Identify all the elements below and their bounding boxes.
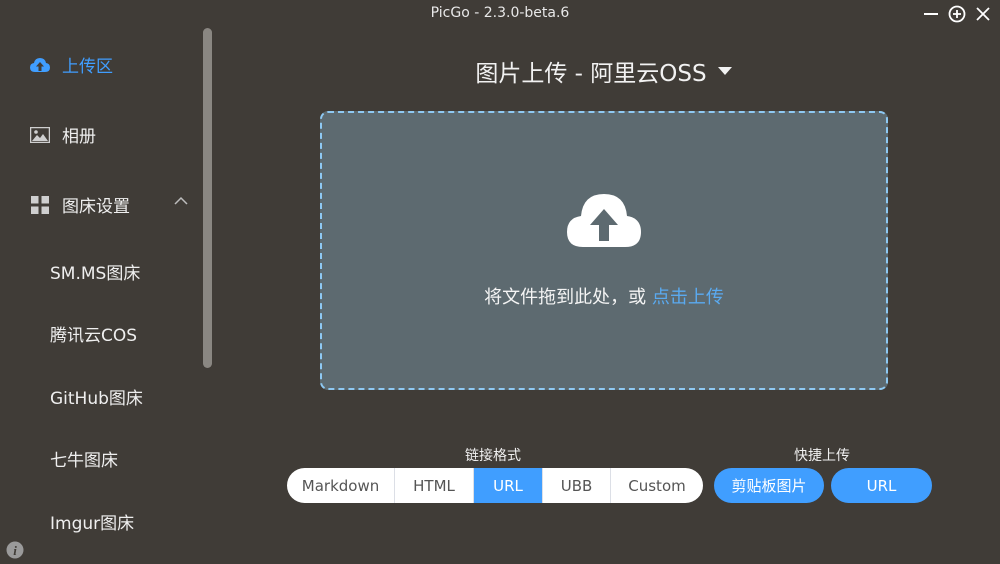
plus-circle-icon [948, 5, 966, 23]
upload-dropzone[interactable]: 将文件拖到此处，或 点击上传 [320, 111, 888, 390]
sidebar-item-tencent-cos[interactable]: 腾讯云COS [50, 321, 137, 346]
info-icon[interactable]: i [6, 541, 24, 559]
format-url-button[interactable]: URL [474, 468, 543, 503]
svg-text:i: i [13, 543, 17, 558]
click-upload-link[interactable]: 点击上传 [652, 287, 724, 308]
sidebar-item-label: 上传区 [62, 57, 113, 77]
title-bar: PicGo - 2.3.0-beta.6 [0, 0, 1000, 28]
sidebar-item-label: 图床设置 [62, 197, 130, 217]
window-title: PicGo - 2.3.0-beta.6 [430, 5, 570, 21]
sidebar-item-gallery[interactable]: 相册 [30, 122, 96, 147]
caret-down-icon [717, 67, 732, 75]
sidebar-item-smms[interactable]: SM.MS图床 [50, 259, 140, 284]
format-custom-button[interactable]: Custom [611, 468, 703, 503]
page-title: 图片上传 - 阿里云OSS [475, 61, 707, 87]
drop-hint: 将文件拖到此处，或 点击上传 [322, 283, 886, 309]
upload-cloud-icon [30, 57, 50, 72]
sidebar-item-picbed-settings[interactable]: 图床设置 [30, 192, 130, 217]
sidebar-item-label: 相册 [62, 127, 96, 147]
format-ubb-button[interactable]: UBB [543, 468, 611, 503]
sidebar: 上传区 相册 图床设置 SM.MS图床 腾讯云COS GitHub图床 七牛图床… [0, 28, 216, 564]
upload-cloud-icon [567, 194, 641, 247]
minimize-button[interactable] [920, 4, 942, 24]
sidebar-scrollbar[interactable] [203, 28, 212, 368]
grid-icon [31, 195, 49, 214]
link-format-selector: Markdown HTML URL UBB Custom [287, 468, 703, 503]
picture-icon [30, 126, 50, 143]
link-format-label: 链接格式 [465, 448, 521, 464]
close-icon [976, 7, 990, 21]
url-upload-button[interactable]: URL [831, 468, 932, 503]
window-controls [920, 4, 994, 24]
sidebar-item-qiniu[interactable]: 七牛图床 [50, 446, 118, 471]
maximize-button[interactable] [946, 4, 968, 24]
sidebar-item-upload[interactable]: 上传区 [30, 52, 113, 77]
picbed-selector[interactable]: 图片上传 - 阿里云OSS [320, 54, 888, 88]
sidebar-item-github[interactable]: GitHub图床 [50, 384, 143, 409]
quick-upload-label: 快捷上传 [794, 448, 850, 464]
format-html-button[interactable]: HTML [395, 468, 474, 503]
format-markdown-button[interactable]: Markdown [287, 468, 395, 503]
clipboard-upload-button[interactable]: 剪贴板图片 [714, 468, 824, 503]
drop-hint-text: 将文件拖到此处，或 [484, 287, 647, 308]
sidebar-item-imgur[interactable]: Imgur图床 [50, 509, 134, 534]
close-button[interactable] [972, 4, 994, 24]
minimize-icon [924, 13, 938, 15]
chevron-up-icon[interactable] [174, 196, 188, 206]
